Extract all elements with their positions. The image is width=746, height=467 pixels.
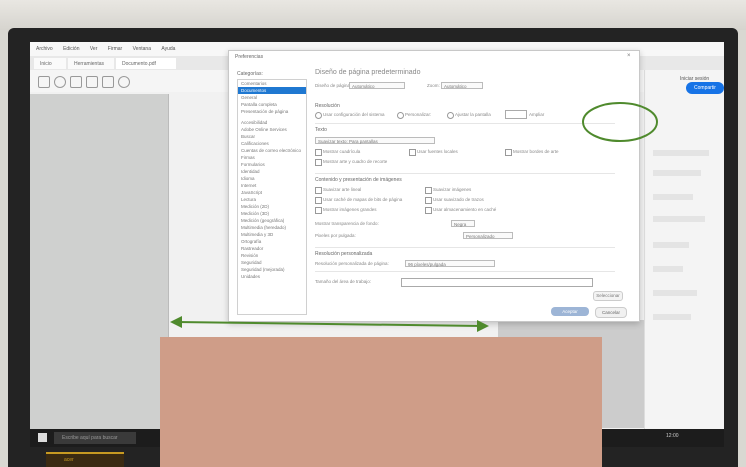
paper-cover — [160, 337, 602, 467]
monitor-logo: acer — [46, 452, 124, 467]
arrow-head-left — [170, 316, 182, 328]
arrow-head-right — [477, 320, 489, 332]
highlight-ellipse — [582, 102, 658, 142]
width-arrow — [175, 321, 483, 327]
